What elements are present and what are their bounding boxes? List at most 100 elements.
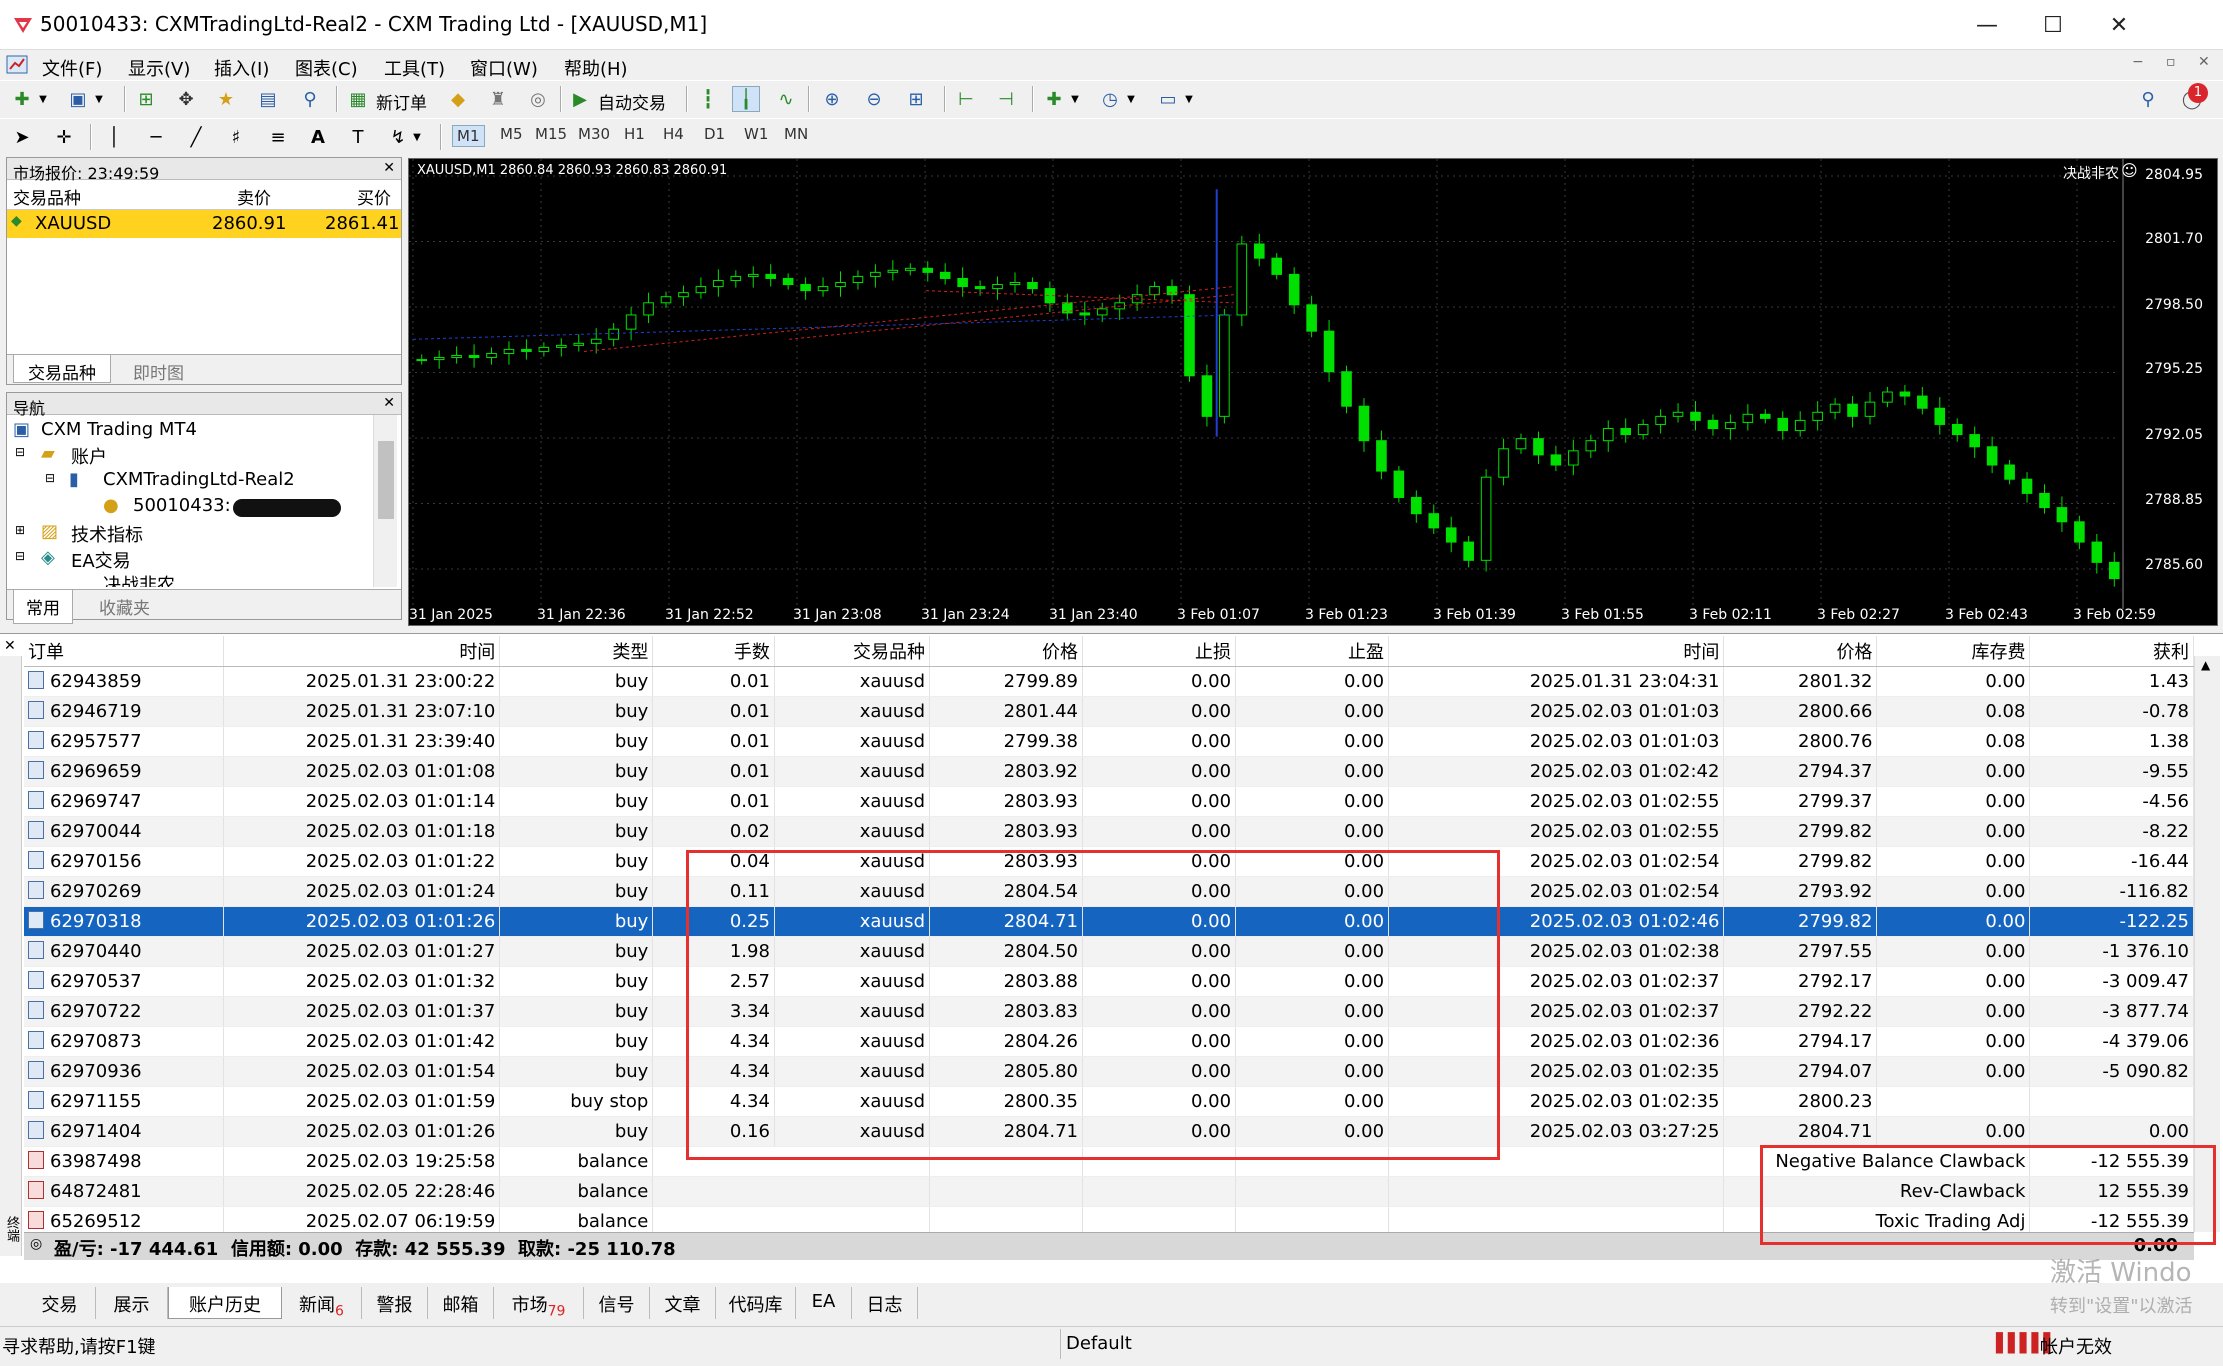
- nav-ea-item[interactable]: 决战非农: [103, 571, 175, 587]
- crosshair-window-icon[interactable]: ✥: [172, 86, 200, 112]
- col-open-time[interactable]: 时间: [223, 636, 501, 667]
- tab-alerts[interactable]: 警报: [362, 1287, 428, 1319]
- profiles-icon[interactable]: ▣: [64, 86, 92, 112]
- tf-d1[interactable]: D1: [704, 125, 725, 143]
- col-ask[interactable]: 买价: [357, 184, 391, 209]
- menu-insert[interactable]: 插入(I): [214, 55, 269, 81]
- trendline-icon[interactable]: ╱: [182, 124, 210, 150]
- table-row[interactable]: 62969747 2025.02.03 01:01:14 buy 0.01 xauusd…: [24, 786, 2194, 817]
- tab-common[interactable]: 常用: [13, 590, 73, 624]
- close-icon[interactable]: ✕: [383, 395, 395, 411]
- table-row[interactable]: 62946719 2025.01.31 23:07:10 buy 0.01 xauusd…: [24, 696, 2194, 727]
- new-chart-icon[interactable]: ✚: [8, 86, 36, 112]
- dropdown-arrow-icon[interactable]: ▼: [92, 86, 106, 112]
- nav-experts[interactable]: EA交易: [71, 547, 131, 573]
- nav-indicators[interactable]: 技术指标: [71, 521, 143, 547]
- nav-account[interactable]: 50010433:: [133, 495, 231, 516]
- metaeditor-icon[interactable]: ◆: [444, 86, 472, 112]
- col-close-time[interactable]: 时间: [1388, 636, 1725, 667]
- col-price[interactable]: 价格: [929, 636, 1084, 667]
- chart-shift-icon[interactable]: ⊢: [952, 86, 980, 112]
- menu-view[interactable]: 显示(V): [128, 55, 190, 81]
- tf-m1[interactable]: M1: [452, 125, 485, 147]
- tab-articles[interactable]: 文章: [650, 1287, 716, 1319]
- symbol-row[interactable]: ◆ XAUUSD 2860.91 2861.41: [7, 210, 401, 238]
- zoom-out-icon[interactable]: ⊖: [860, 86, 888, 112]
- menu-tools[interactable]: 工具(T): [384, 55, 445, 81]
- zoom-in-icon[interactable]: ⊕: [818, 86, 846, 112]
- table-row[interactable]: 62969659 2025.02.03 01:01:08 buy 0.01 xauusd…: [24, 756, 2194, 787]
- table-row[interactable]: 62943859 2025.01.31 23:00:22 buy 0.01 xauusd…: [24, 666, 2194, 697]
- maximize-window-button[interactable]: ☐: [2020, 0, 2086, 50]
- scroll-thumb[interactable]: [378, 441, 394, 519]
- chart-canvas[interactable]: [409, 159, 2217, 625]
- tab-market[interactable]: 市场79: [494, 1287, 584, 1320]
- horizontal-line-icon[interactable]: ─: [142, 124, 170, 150]
- arrows-icon[interactable]: ↯: [384, 124, 412, 150]
- mdi-close-icon[interactable]: ✕: [2198, 54, 2210, 70]
- tab-experts[interactable]: EA: [796, 1287, 852, 1319]
- collapse-icon[interactable]: ⊟: [45, 471, 55, 485]
- new-order-icon[interactable]: ▦: [344, 86, 372, 112]
- candlestick-chart-icon[interactable]: ╽: [732, 86, 760, 112]
- table-row[interactable]: 62957577 2025.01.31 23:39:40 buy 0.01 xauusd…: [24, 726, 2194, 757]
- channel-icon[interactable]: ♯: [222, 124, 250, 150]
- autoscroll-icon[interactable]: ⊣: [992, 86, 1020, 112]
- col-symbol[interactable]: 交易品种: [13, 184, 81, 209]
- col-order[interactable]: 订单: [24, 636, 224, 667]
- dropdown-arrow-icon[interactable]: ▼: [410, 124, 424, 150]
- tile-windows-icon[interactable]: ⊞: [902, 86, 930, 112]
- col-tp[interactable]: 止盈: [1235, 636, 1390, 667]
- periods-icon[interactable]: ◷: [1096, 86, 1124, 112]
- nav-server[interactable]: CXMTradingLtd-Real2: [103, 469, 295, 490]
- col-close-price[interactable]: 价格: [1723, 636, 1878, 667]
- dropdown-arrow-icon[interactable]: ▼: [1182, 86, 1196, 112]
- table-row[interactable]: 62970044 2025.02.03 01:01:18 buy 0.02 xauusd…: [24, 816, 2194, 847]
- tab-tick-chart[interactable]: 即时图: [125, 355, 192, 388]
- fibonacci-icon[interactable]: ≡: [264, 124, 292, 150]
- bar-chart-icon[interactable]: ┇: [694, 86, 722, 112]
- tab-exposure[interactable]: 展示: [96, 1287, 168, 1319]
- col-type[interactable]: 类型: [499, 636, 654, 667]
- new-order-button[interactable]: 新订单: [376, 89, 427, 114]
- text-label-icon[interactable]: T: [344, 124, 372, 150]
- tf-m30[interactable]: M30: [578, 125, 610, 143]
- scroll-up-icon[interactable]: ▲: [2201, 658, 2210, 672]
- col-bid[interactable]: 卖价: [237, 184, 271, 209]
- nav-accounts[interactable]: 账户: [71, 443, 107, 469]
- market-watch-icon[interactable]: ⊞: [132, 86, 160, 112]
- collapse-icon[interactable]: ⊟: [15, 445, 25, 459]
- menu-file[interactable]: 文件(F): [42, 55, 102, 81]
- menu-help[interactable]: 帮助(H): [564, 55, 628, 81]
- dropdown-arrow-icon[interactable]: ▼: [36, 86, 50, 112]
- tf-mn[interactable]: MN: [784, 125, 808, 143]
- close-icon[interactable]: ✕: [4, 638, 16, 654]
- tf-h4[interactable]: H4: [663, 125, 684, 143]
- col-sl[interactable]: 止损: [1082, 636, 1237, 667]
- collapse-icon[interactable]: ⊟: [15, 549, 25, 563]
- navigator-scrollbar[interactable]: [373, 415, 397, 587]
- crosshair-icon[interactable]: ✛: [50, 124, 78, 150]
- expand-icon[interactable]: ⊞: [15, 523, 25, 537]
- nav-root[interactable]: CXM Trading MT4: [41, 419, 197, 440]
- tab-account-history[interactable]: 账户历史: [168, 1287, 282, 1319]
- text-icon[interactable]: A: [304, 124, 332, 150]
- tf-m5[interactable]: M5: [500, 125, 523, 143]
- menu-chart[interactable]: 图表(C): [295, 55, 358, 81]
- tab-code-base[interactable]: 代码库: [716, 1287, 796, 1319]
- indicators-icon[interactable]: ✚: [1040, 86, 1068, 112]
- tab-mailbox[interactable]: 邮箱: [428, 1287, 494, 1319]
- strategy-tester-icon[interactable]: ⚲: [296, 86, 324, 112]
- minimize-window-button[interactable]: —: [1954, 0, 2020, 50]
- col-swap[interactable]: 库存费: [1876, 636, 2031, 667]
- templates-icon[interactable]: ▭: [1154, 86, 1182, 112]
- col-profit[interactable]: 获利: [2029, 636, 2194, 667]
- mdi-restore-icon[interactable]: ▫: [2166, 54, 2176, 70]
- auto-trade-button[interactable]: 自动交易: [598, 89, 666, 114]
- price-chart[interactable]: XAUUSD,M1 2860.84 2860.93 2860.83 2860.9…: [408, 158, 2218, 626]
- auto-trade-icon[interactable]: ▶: [566, 86, 594, 112]
- tab-news[interactable]: 新闻6: [282, 1287, 362, 1320]
- favorites-icon[interactable]: ★: [212, 86, 240, 112]
- dropdown-arrow-icon[interactable]: ▼: [1124, 86, 1138, 112]
- navigator-icon[interactable]: ▤: [254, 86, 282, 112]
